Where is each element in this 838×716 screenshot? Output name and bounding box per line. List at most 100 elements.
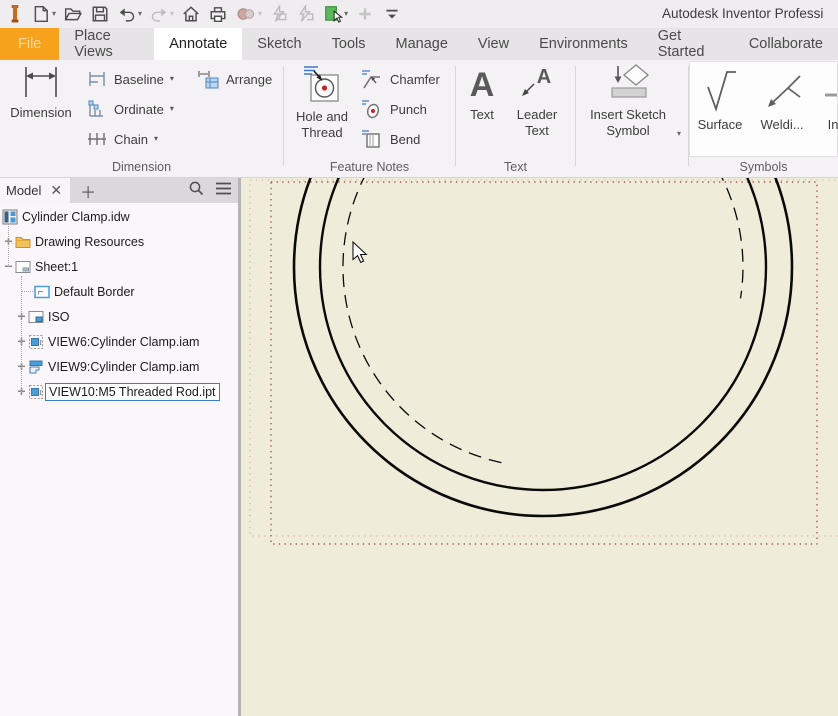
tab-manage[interactable]: Manage — [381, 28, 463, 60]
tree-item-label: VIEW9:Cylinder Clamp.iam — [45, 359, 202, 375]
update-global[interactable] — [294, 2, 318, 26]
title-bar: ▾▾▾▾▾ Autodesk Inventor Professi — [0, 0, 838, 28]
tree-item-label: Default Border — [51, 284, 138, 300]
material-sphere[interactable]: ▾ — [233, 2, 264, 26]
tree-item-iso[interactable]: +ISO — [0, 304, 238, 329]
chain-icon — [86, 129, 108, 149]
inventor-window: ▾▾▾▾▾ Autodesk Inventor Professi FilePla… — [0, 0, 838, 716]
drawing-file-icon — [2, 209, 19, 225]
hole-and-thread-button[interactable]: Hole and Thread — [290, 63, 354, 141]
tree-item-view9-cylinder-clamp-iam[interactable]: +VIEW9:Cylinder Clamp.iam — [0, 354, 238, 379]
tree-item-sheet-1[interactable]: −Sheet:1 — [0, 254, 238, 279]
tab-place-views[interactable]: Place Views — [59, 28, 154, 60]
select-tool[interactable]: ▾ — [321, 2, 350, 26]
panel-label-symbols: Symbols — [689, 157, 838, 177]
leader-text-icon: A — [508, 63, 566, 103]
chain-button[interactable]: Chain ▾ — [86, 125, 158, 153]
sheet-icon — [15, 259, 32, 275]
update-local[interactable] — [267, 2, 291, 26]
panel-text: A Text A Leader Text Text — [456, 60, 575, 177]
customize-qat[interactable] — [380, 2, 404, 26]
panel-sketch-symbol: Insert Sketch Symbol ▾ — [576, 60, 688, 177]
folder-icon — [15, 234, 32, 250]
tab-environments[interactable]: Environments — [524, 28, 643, 60]
close-icon[interactable]: ✕ — [50, 182, 62, 199]
model-browser: Model ✕ ＋ Cylinder Clamp.idw+Drawing Res… — [0, 178, 238, 716]
undo[interactable]: ▾ — [115, 2, 144, 26]
panel-label-text: Text — [456, 160, 575, 174]
text-icon: A — [460, 63, 504, 103]
tab-collaborate[interactable]: Collaborate — [734, 28, 838, 60]
panel-dimension: Dimension Baseline ▾ Ordinate ▾ Chai — [0, 60, 283, 177]
arrange-icon — [196, 68, 220, 90]
partial-icon — [818, 65, 838, 113]
tree-item-view6-cylinder-clamp-iam[interactable]: +IVIEW6:Cylinder Clamp.iam — [0, 329, 238, 354]
insert-sketch-symbol-button[interactable]: Insert Sketch Symbol — [582, 63, 674, 139]
panel-symbols: Surface Weldi... In — [689, 61, 838, 157]
tree-item-label: VIEW6:Cylinder Clamp.iam — [45, 334, 202, 350]
bend-button[interactable]: Bend — [360, 125, 420, 153]
window-title: Autodesk Inventor Professi — [662, 6, 838, 24]
arrange-button[interactable]: Arrange — [196, 65, 272, 93]
svg-text:A: A — [537, 66, 551, 88]
surface-button[interactable]: Surface — [692, 65, 748, 133]
baseline-dropdown[interactable]: ▾ — [170, 75, 174, 83]
hole-thread-icon — [290, 63, 354, 105]
tree-item-drawing-resources[interactable]: +Drawing Resources — [0, 229, 238, 254]
sheet-view — [241, 178, 838, 716]
tree-item-label: Drawing Resources — [32, 234, 147, 250]
dimension-button[interactable]: Dimension — [4, 63, 78, 121]
tree-connector — [21, 276, 22, 392]
add-tab-icon[interactable]: ＋ — [70, 179, 106, 203]
view-icon: I — [28, 334, 45, 350]
panel-label-dimension: Dimension — [0, 160, 283, 174]
tree-item-default-border[interactable]: Default Border — [0, 279, 238, 304]
border-icon — [34, 284, 51, 300]
tree-connector — [21, 291, 33, 292]
baseline-button[interactable]: Baseline ▾ — [86, 65, 174, 93]
truncated-button[interactable]: In — [818, 65, 838, 133]
welding-icon — [754, 65, 810, 113]
baseline-icon — [86, 69, 108, 89]
save[interactable] — [88, 2, 112, 26]
home[interactable] — [179, 2, 203, 26]
leader-text-button[interactable]: A Leader Text — [508, 63, 566, 139]
redo[interactable]: ▾ — [147, 2, 176, 26]
tree-item-label: VIEW10:M5 Threaded Rod.ipt — [45, 383, 220, 401]
insert-sketch-symbol-dropdown[interactable]: ▾ — [677, 130, 681, 138]
search-icon[interactable] — [188, 180, 205, 202]
hole-thread-label: Hole and Thread — [296, 109, 348, 140]
chamfer-icon — [360, 68, 384, 90]
menu-icon[interactable] — [215, 181, 232, 201]
insert-sketch-symbol-icon — [582, 63, 674, 103]
open-folder[interactable] — [61, 2, 85, 26]
punch-button[interactable]: Punch — [360, 95, 427, 123]
tab-sketch[interactable]: Sketch — [242, 28, 316, 60]
inventor-logo[interactable] — [4, 2, 26, 26]
projected-view-icon — [28, 359, 45, 375]
tree-item-label: Sheet:1 — [32, 259, 81, 275]
browser-tab-model[interactable]: Model ✕ — [0, 178, 70, 203]
surface-icon — [692, 65, 748, 113]
print[interactable] — [206, 2, 230, 26]
new-document[interactable]: ▾ — [29, 2, 58, 26]
bend-icon — [360, 128, 384, 150]
ordinate-dropdown[interactable]: ▾ — [170, 105, 174, 113]
tab-get-started[interactable]: Get Started — [643, 28, 734, 60]
text-button[interactable]: A Text — [460, 63, 504, 123]
panel-label-feature-notes: Feature Notes — [284, 160, 455, 174]
chain-dropdown[interactable]: ▾ — [154, 135, 158, 143]
add-command[interactable] — [353, 2, 377, 26]
welding-button[interactable]: Weldi... — [754, 65, 810, 133]
tree-item-view10-m5-threaded-rod-ipt[interactable]: +IVIEW10:M5 Threaded Rod.ipt — [0, 379, 238, 404]
tree-item-label: ISO — [45, 309, 73, 325]
panel-feature-notes: Hole and Thread Chamfer Punch — [284, 60, 455, 177]
tab-view[interactable]: View — [463, 28, 524, 60]
drawing-canvas[interactable] — [241, 178, 838, 716]
chamfer-button[interactable]: Chamfer — [360, 65, 440, 93]
tree-item-cylinder-clamp-idw[interactable]: Cylinder Clamp.idw — [0, 204, 238, 229]
tab-tools[interactable]: Tools — [317, 28, 381, 60]
tab-annotate[interactable]: Annotate — [154, 28, 242, 60]
ordinate-button[interactable]: Ordinate ▾ — [86, 95, 174, 123]
tab-file[interactable]: File — [0, 28, 59, 60]
